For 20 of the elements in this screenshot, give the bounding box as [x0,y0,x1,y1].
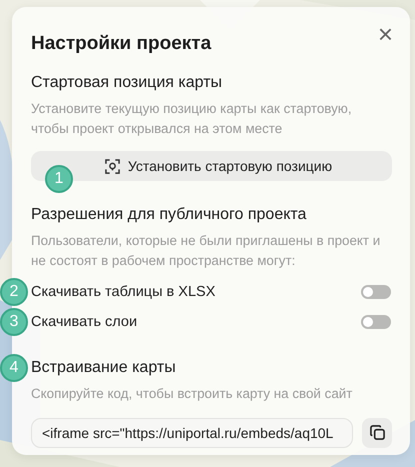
toggle-switch[interactable] [361,315,391,329]
section-heading: Разрешения для публичного проекта [31,205,308,225]
copy-icon [370,425,384,440]
step-marker: 1 [45,165,73,193]
focus-icon [104,158,120,174]
step-marker: 3 [0,308,28,336]
step-marker: 4 [0,354,28,382]
close-button[interactable]: × [378,21,393,47]
section-heading: Встраивание карты [31,358,176,378]
section-description: Пользователи, которые не были приглашены в проект и не состоят в рабочем пространстве могут: [31,232,382,270]
section-heading: Стартовая позиция карты [31,73,224,93]
section-description: Скопируйте код, чтобы встроить карту на свой сайт [31,385,354,403]
section-description: Установите текущую позицию карты как стартовую, чтобы проект открывался на этом месте [31,100,353,138]
copy-button[interactable] [362,418,392,448]
toggle-label: Скачивать слои [31,314,138,330]
embed-code-field[interactable]: <iframe src="https://uniportal.ru/embeds/aq10L [31,418,353,448]
step-marker: 2 [0,278,28,306]
toggle-label: Скачивать таблицы в XLSX [31,284,216,300]
toggle-switch[interactable] [361,285,391,299]
dialog-title: Настройки проекта [31,32,212,56]
